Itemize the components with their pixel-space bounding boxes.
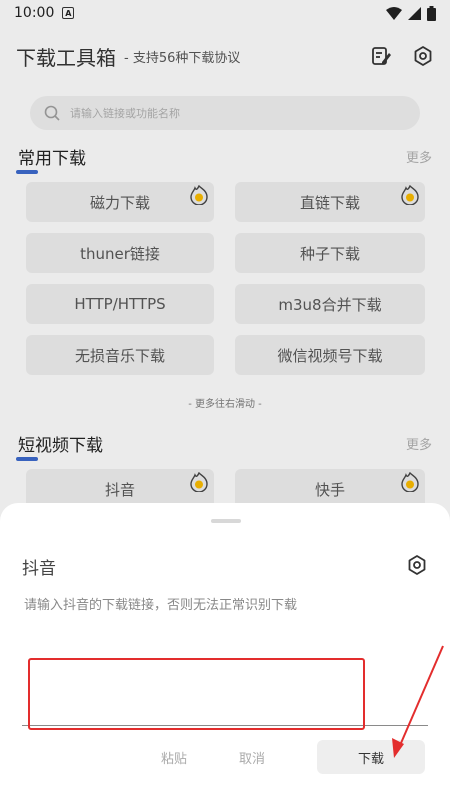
download-button[interactable]: 下载 [317, 740, 425, 774]
download-bottom-sheet: 抖音 请输入抖音的下载链接，否则无法正常识别下载 粘贴 取消 下载 [0, 503, 450, 800]
settings-gear-icon[interactable] [406, 554, 428, 576]
link-input[interactable] [22, 658, 428, 726]
sheet-instruction: 请输入抖音的下载链接，否则无法正常识别下载 [24, 598, 298, 613]
cancel-button[interactable]: 取消 [226, 740, 278, 774]
drag-handle[interactable] [211, 519, 241, 523]
sheet-title: 抖音 [22, 559, 56, 579]
paste-button[interactable]: 粘贴 [148, 740, 200, 774]
